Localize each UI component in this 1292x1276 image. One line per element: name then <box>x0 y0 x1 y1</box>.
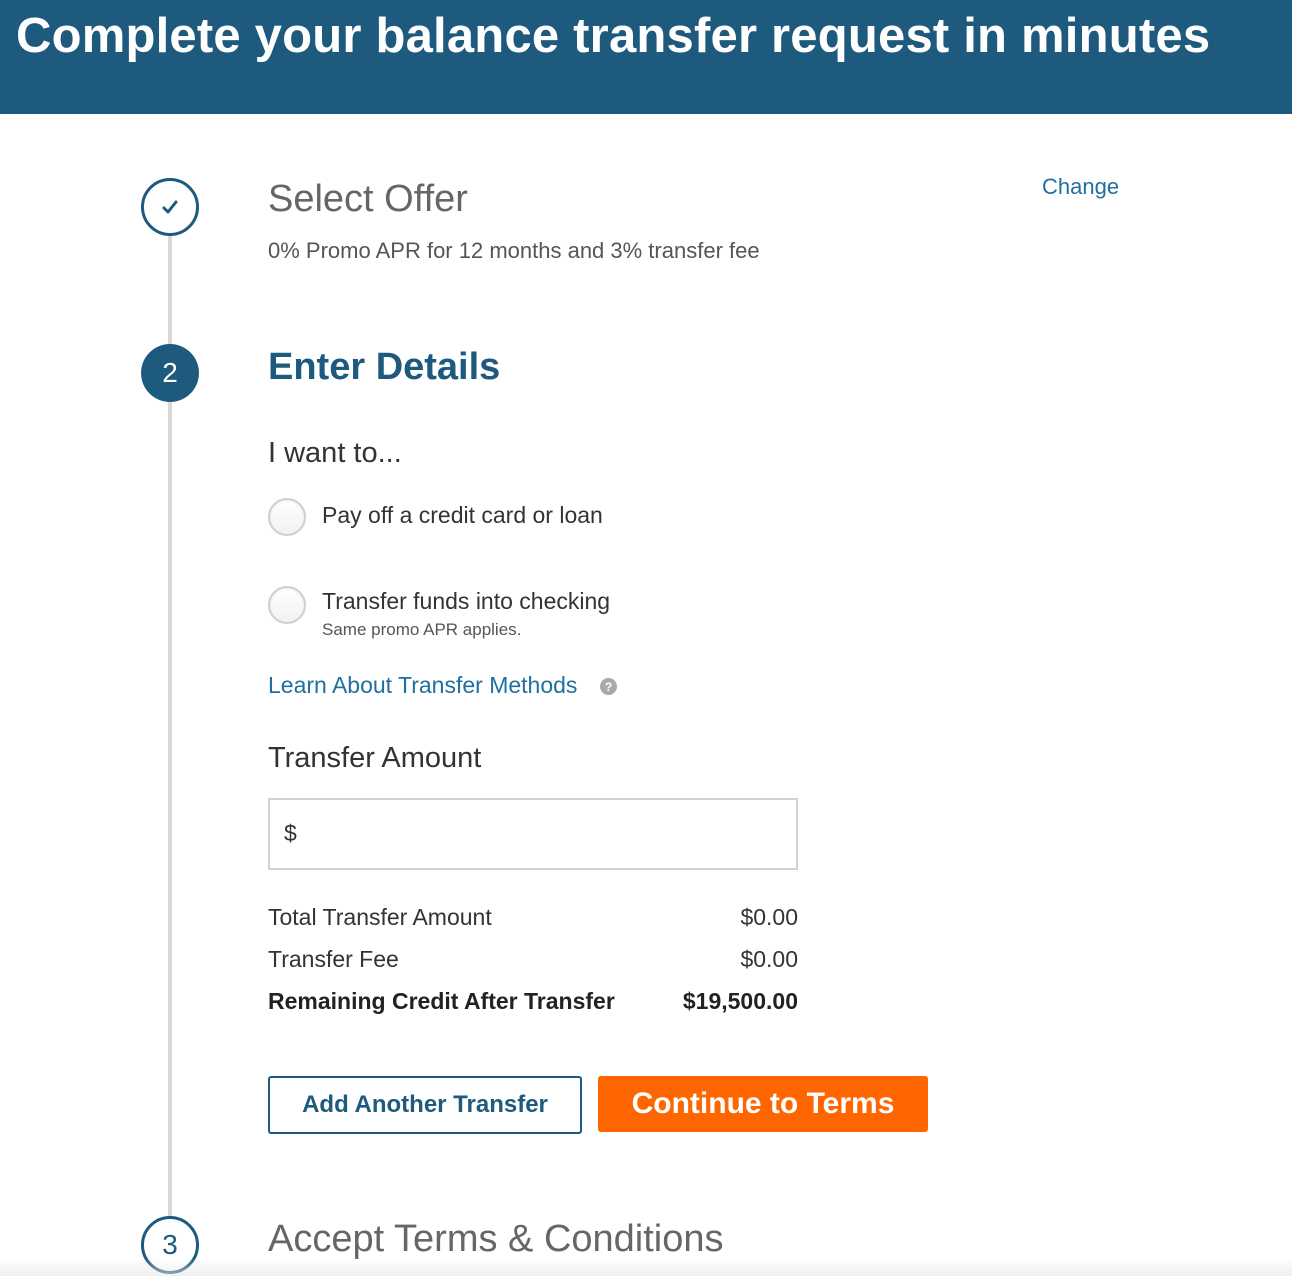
remaining-credit-value: $19,500.00 <box>682 988 798 1014</box>
checkmark-icon <box>162 200 178 214</box>
add-another-transfer-button[interactable]: Add Another Transfer <box>268 1076 582 1134</box>
step-2-indicator: 2 <box>141 344 199 402</box>
header-banner: Complete your balance transfer request i… <box>0 0 1292 114</box>
step-1-complete-indicator <box>141 178 199 236</box>
transfer-amount-label: Transfer Amount <box>268 742 482 774</box>
continue-to-terms-button[interactable]: Continue to Terms <box>598 1076 928 1132</box>
pay-off-card-label[interactable]: Pay off a credit card or loan <box>322 502 603 529</box>
step-3-title: Accept Terms & Conditions <box>268 1218 724 1260</box>
transfer-type-label: I want to... <box>268 437 402 469</box>
selected-offer-summary: 0% Promo APR for 12 months and 3% transf… <box>268 238 760 263</box>
total-transfer-amount-label: Total Transfer Amount <box>268 904 492 930</box>
step-1-title: Select Offer <box>268 178 468 220</box>
step-2-number: 2 <box>162 357 178 388</box>
change-offer-link[interactable]: Change <box>1042 174 1119 200</box>
question-icon[interactable]: ? <box>600 678 617 695</box>
transfer-to-checking-radio[interactable] <box>268 586 306 624</box>
learn-transfer-methods-link[interactable]: Learn About Transfer Methods <box>268 672 577 699</box>
transfer-amount-field[interactable]: $ <box>268 798 798 870</box>
currency-symbol: $ <box>284 820 297 846</box>
pay-off-card-radio[interactable] <box>268 498 306 536</box>
transfer-fee-value: $0.00 <box>740 946 798 972</box>
total-transfer-amount-value: $0.00 <box>740 904 798 930</box>
transfer-amount-input[interactable] <box>306 810 786 858</box>
page-title: Complete your balance transfer request i… <box>16 9 1211 63</box>
bottom-fade <box>0 1258 1292 1276</box>
transfer-fee-label: Transfer Fee <box>268 946 399 972</box>
transfer-to-checking-note: Same promo APR applies. <box>322 620 522 639</box>
remaining-credit-label: Remaining Credit After Transfer <box>268 988 615 1014</box>
step-3-number: 3 <box>162 1229 178 1260</box>
transfer-to-checking-label[interactable]: Transfer funds into checking <box>322 588 610 615</box>
question-icon-glyph: ? <box>604 679 613 694</box>
step-2-title: Enter Details <box>268 346 501 388</box>
